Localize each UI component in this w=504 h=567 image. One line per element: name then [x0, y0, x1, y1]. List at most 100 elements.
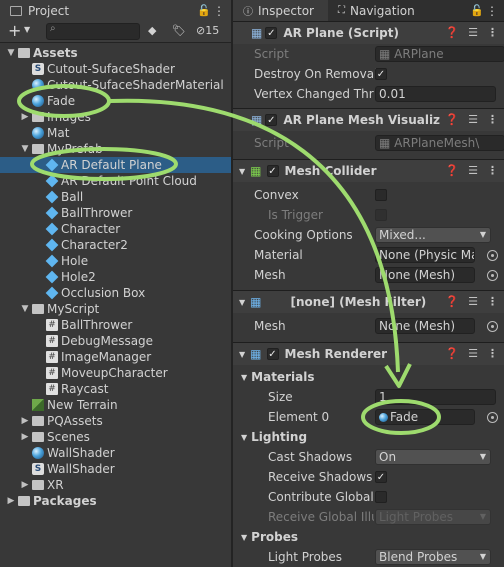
object-picker-icon[interactable]	[487, 249, 498, 261]
add-button[interactable]: +	[8, 21, 21, 40]
kebab-menu-icon[interactable]: ⋮	[486, 4, 498, 18]
tree-item[interactable]: # ImageManager	[0, 349, 231, 365]
mesh-renderer-enabled-checkbox[interactable]: ✓	[266, 348, 279, 360]
mesh-field[interactable]: None (Mesh)	[375, 267, 475, 283]
tree-item[interactable]: ▼ MyScript	[0, 301, 231, 317]
preset-icon[interactable]: ☰	[468, 26, 478, 39]
tree-item[interactable]: New Terrain	[0, 397, 231, 413]
tree-item[interactable]: Cutout-SufaceShaderMaterial	[0, 77, 231, 93]
search-input[interactable]: ⌕	[46, 23, 140, 40]
tree-item[interactable]: S Cutout-SufaceShader	[0, 61, 231, 77]
expand-icon[interactable]: ▼	[239, 167, 245, 176]
preset-icon[interactable]: ☰	[468, 295, 478, 308]
tree-item[interactable]: Mat	[0, 125, 231, 141]
tree-item[interactable]: Ball	[0, 189, 231, 205]
tree-item[interactable]: ▶ XR	[0, 477, 231, 493]
ar-plane-mesh-enabled-checkbox[interactable]: ✓	[265, 114, 278, 126]
tree-item[interactable]: S WallShader	[0, 461, 231, 477]
preset-icon[interactable]: ☰	[468, 164, 478, 177]
hidden-packages-icon[interactable]: ⊘15	[196, 24, 219, 37]
cooking-options-dropdown[interactable]: Mixed... ▼	[375, 227, 491, 243]
lock-icon[interactable]: 🔓	[470, 4, 484, 17]
help-icon[interactable]: ❓	[445, 26, 459, 39]
tree-item[interactable]: AR Default Plane	[0, 157, 231, 173]
tree-item[interactable]: WallShader	[0, 445, 231, 461]
expand-arrow-icon[interactable]: ▶	[20, 480, 30, 490]
folder-icon	[32, 144, 44, 154]
probes-section[interactable]: ▼ Probes	[233, 527, 504, 547]
tree-item[interactable]: Character2	[0, 237, 231, 253]
tree-item[interactable]: # MoveupCharacter	[0, 365, 231, 381]
size-field[interactable]: 1	[375, 389, 496, 405]
ar-plane-enabled-checkbox[interactable]: ✓	[265, 27, 278, 39]
mesh-collider-header[interactable]: ▼ ▦ ✓ Mesh Collider ❓ ☰ ⋮	[233, 159, 504, 182]
expand-icon[interactable]: ▼	[239, 350, 245, 359]
mesh-renderer-header[interactable]: ▼ ▦ ✓ Mesh Renderer ❓ ☰ ⋮	[233, 342, 504, 365]
element-0-field[interactable]: Fade	[375, 409, 475, 425]
collapse-arrow-icon[interactable]: ▼	[20, 304, 30, 314]
vertex-changed-field[interactable]: 0.01	[375, 86, 496, 102]
object-picker-icon[interactable]	[487, 320, 498, 332]
tree-item[interactable]: Fade	[0, 93, 231, 109]
material-field[interactable]: None (Physic Ma	[375, 247, 475, 263]
mesh-filter-header[interactable]: ▼ ▦ [none] (Mesh Filter) ❓ ☰ ⋮	[233, 290, 504, 313]
kebab-menu-icon[interactable]: ⋮	[487, 295, 498, 308]
tree-item[interactable]: ▼ Assets	[0, 45, 231, 61]
help-icon[interactable]: ❓	[445, 295, 459, 308]
object-picker-icon[interactable]	[487, 269, 498, 281]
object-picker-icon[interactable]	[487, 411, 498, 423]
lock-icon[interactable]: 🔓	[197, 4, 211, 17]
expand-arrow-icon[interactable]: ▶	[20, 416, 30, 426]
destroy-on-removal-checkbox[interactable]: ✓	[375, 68, 387, 80]
receive-shadows-checkbox[interactable]: ✓	[375, 471, 387, 483]
ar-plane-header[interactable]: ▦ ✓ AR Plane (Script) ❓ ☰ ⋮	[233, 21, 504, 44]
preset-icon[interactable]: ☰	[468, 347, 478, 360]
materials-section[interactable]: ▼ Materials	[233, 367, 504, 387]
kebab-menu-icon[interactable]: ⋮	[487, 113, 498, 126]
tree-item[interactable]: ▶ Images	[0, 109, 231, 125]
chevron-down-icon[interactable]: ▼	[24, 25, 30, 34]
tree-item[interactable]: ▶ Packages	[0, 493, 231, 509]
expand-icon[interactable]: ▼	[239, 298, 245, 307]
material-icon	[32, 127, 44, 139]
help-icon[interactable]: ❓	[445, 347, 459, 360]
kebab-menu-icon[interactable]: ⋮	[487, 347, 498, 360]
expand-arrow-icon[interactable]: ▶	[20, 432, 30, 442]
tree-item[interactable]: # Raycast	[0, 381, 231, 397]
help-icon[interactable]: ❓	[445, 164, 459, 177]
filter-by-label-icon[interactable]: 🏷	[172, 24, 186, 37]
collapse-arrow-icon[interactable]: ▼	[20, 144, 30, 154]
light-probes-dropdown[interactable]: Blend Probes ▼	[375, 549, 491, 565]
tab-inspector[interactable]: ⓘ Inspector	[233, 0, 328, 21]
mesh-field[interactable]: None (Mesh)	[375, 318, 475, 334]
expand-arrow-icon[interactable]: ▶	[20, 112, 30, 122]
tree-item[interactable]: BallThrower	[0, 205, 231, 221]
tree-item[interactable]: ▶ Scenes	[0, 429, 231, 445]
mesh-collider-enabled-checkbox[interactable]: ✓	[266, 165, 279, 177]
preset-icon[interactable]: ☰	[468, 113, 478, 126]
expand-arrow-icon[interactable]: ▶	[6, 496, 16, 506]
contribute-gi-checkbox[interactable]	[375, 491, 387, 503]
tree-item[interactable]: Hole2	[0, 269, 231, 285]
tree-item[interactable]: Character	[0, 221, 231, 237]
help-icon[interactable]: ❓	[445, 113, 459, 126]
tab-project[interactable]: Project 🔓 ⋮	[0, 0, 231, 21]
tree-item[interactable]: Occlusion Box	[0, 285, 231, 301]
cast-shadows-dropdown[interactable]: On ▼	[375, 449, 491, 465]
tab-navigation[interactable]: ⛶ Navigation 🔓 ⋮	[328, 0, 504, 21]
tree-item[interactable]: AR Default Point Cloud	[0, 173, 231, 189]
filter-by-type-icon[interactable]: ◆	[148, 24, 156, 37]
tree-item[interactable]: Hole	[0, 253, 231, 269]
kebab-menu-icon[interactable]: ⋮	[487, 26, 498, 39]
tree-item[interactable]: ▼ MyPrefab	[0, 141, 231, 157]
ar-plane-mesh-header[interactable]: ▦ ✓ AR Plane Mesh Visualiz ❓ ☰ ⋮	[233, 108, 504, 131]
collapse-arrow-icon[interactable]: ▼	[6, 48, 16, 58]
tree-item[interactable]: # BallThrower	[0, 317, 231, 333]
convex-checkbox[interactable]	[375, 189, 387, 201]
tree-item[interactable]: # DebugMessage	[0, 333, 231, 349]
tree-item[interactable]: ▶ PQAssets	[0, 413, 231, 429]
project-toolbar: + ▼ ⌕ ◆ 🏷 ⊘15	[0, 21, 231, 43]
kebab-menu-icon[interactable]: ⋮	[487, 164, 498, 177]
kebab-menu-icon[interactable]: ⋮	[213, 4, 225, 18]
lighting-section[interactable]: ▼ Lighting	[233, 427, 504, 447]
